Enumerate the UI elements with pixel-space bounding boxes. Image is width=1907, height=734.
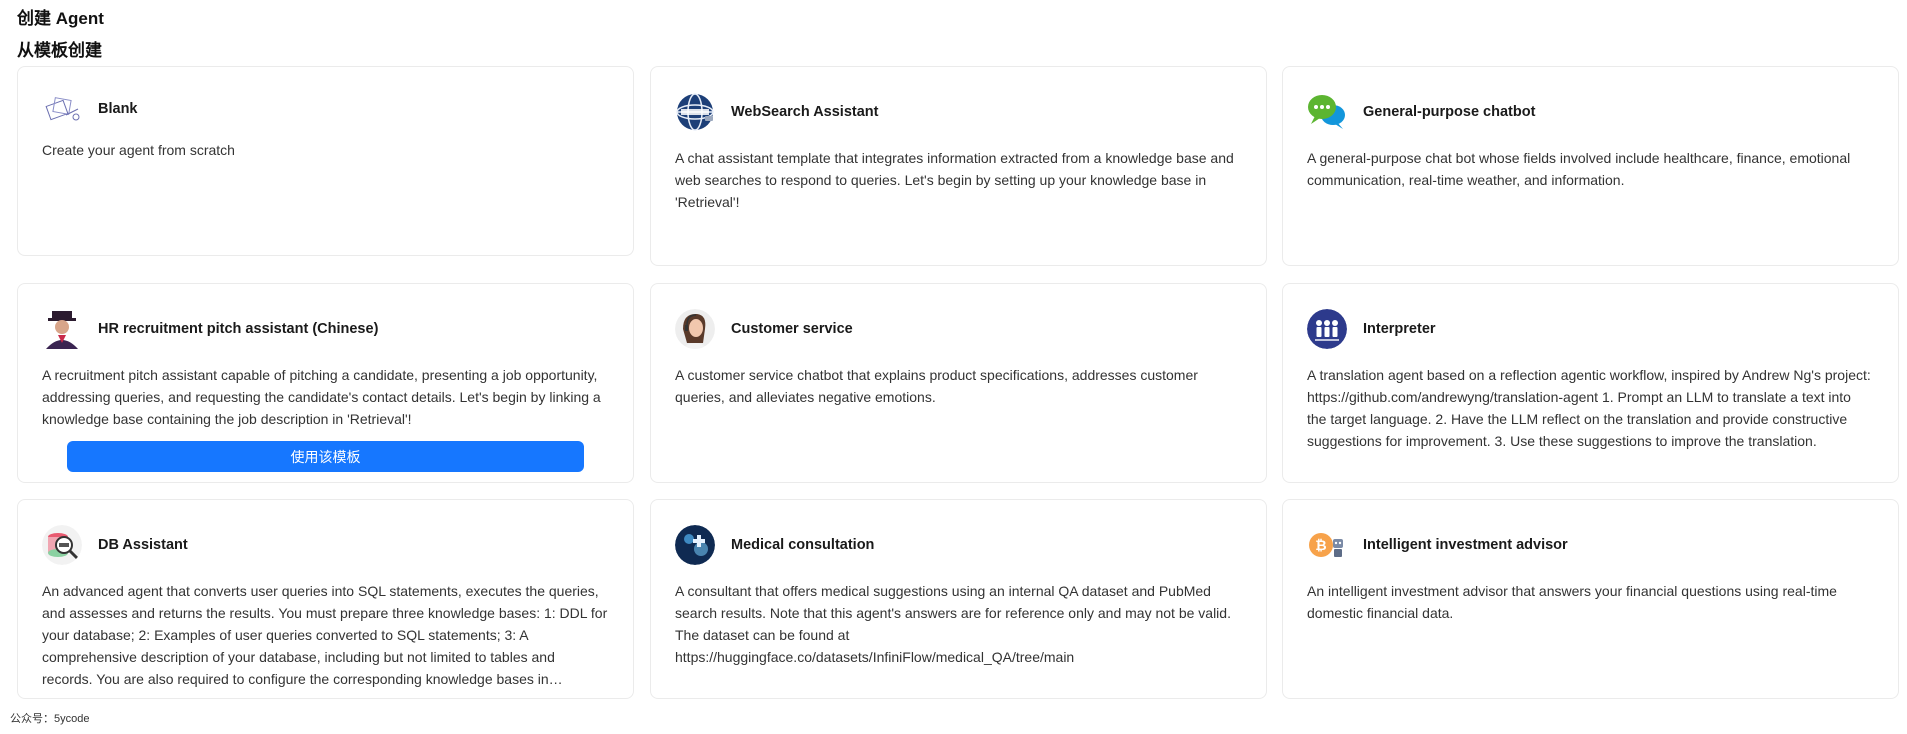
card-title: General-purpose chatbot xyxy=(1363,104,1536,120)
template-card-websearch[interactable]: WebSearch Assistant A chat assistant tem… xyxy=(650,66,1267,266)
template-card-medical[interactable]: Medical consultation A consultant that o… xyxy=(650,499,1267,699)
card-title: Customer service xyxy=(731,321,853,337)
section-title: 从模板创建 xyxy=(17,41,102,60)
card-description: A recruitment pitch assistant capable of… xyxy=(42,367,601,427)
card-title: Interpreter xyxy=(1363,321,1436,337)
card-description: A consultant that offers medical suggest… xyxy=(675,583,1231,665)
bitcoin-robot-icon: ₿ xyxy=(1307,525,1347,565)
template-card-hr-recruitment[interactable]: HR recruitment pitch assistant (Chinese)… xyxy=(17,283,634,483)
card-title: HR recruitment pitch assistant (Chinese) xyxy=(98,321,379,337)
card-title: Medical consultation xyxy=(731,537,875,553)
card-description: A general-purpose chat bot whose fields … xyxy=(1307,150,1851,188)
card-description: An intelligent investment advisor that a… xyxy=(1307,583,1837,621)
template-card-general-chatbot[interactable]: General-purpose chatbot A general-purpos… xyxy=(1282,66,1899,266)
template-card-db-assistant[interactable]: DB Assistant An advanced agent that conv… xyxy=(17,499,634,699)
database-search-icon xyxy=(42,525,82,565)
customer-service-avatar-icon xyxy=(675,309,715,349)
footer-watermark: 公众号：5ycode xyxy=(10,713,90,725)
svg-text:₿: ₿ xyxy=(1315,537,1326,553)
medical-icon xyxy=(675,525,715,565)
page-title: 创建 Agent xyxy=(17,9,104,28)
card-title: Intelligent investment advisor xyxy=(1363,537,1568,553)
card-title: Blank xyxy=(98,101,138,117)
card-description: A chat assistant template that integrate… xyxy=(675,150,1234,210)
card-title: WebSearch Assistant xyxy=(731,104,879,120)
card-description: A translation agent based on a reflectio… xyxy=(1307,367,1871,449)
template-card-investment-advisor[interactable]: ₿ Intelligent investment advisor An inte… xyxy=(1282,499,1899,699)
template-card-blank[interactable]: Blank Create your agent from scratch xyxy=(17,66,634,256)
card-description: A customer service chatbot that explains… xyxy=(675,367,1198,405)
interpreter-people-icon xyxy=(1307,309,1347,349)
blank-sketch-icon xyxy=(42,89,82,129)
card-description: An advanced agent that converts user que… xyxy=(42,583,608,687)
recruiter-avatar-icon xyxy=(42,309,82,349)
chat-bubbles-icon xyxy=(1307,92,1347,132)
card-description: Create your agent from scratch xyxy=(42,142,235,158)
template-card-interpreter[interactable]: Interpreter A translation agent based on… xyxy=(1282,283,1899,483)
card-title: DB Assistant xyxy=(98,537,188,553)
template-card-customer-service[interactable]: Customer service A customer service chat… xyxy=(650,283,1267,483)
globe-icon xyxy=(675,92,715,132)
use-template-button[interactable]: 使用该模板 xyxy=(67,441,584,472)
